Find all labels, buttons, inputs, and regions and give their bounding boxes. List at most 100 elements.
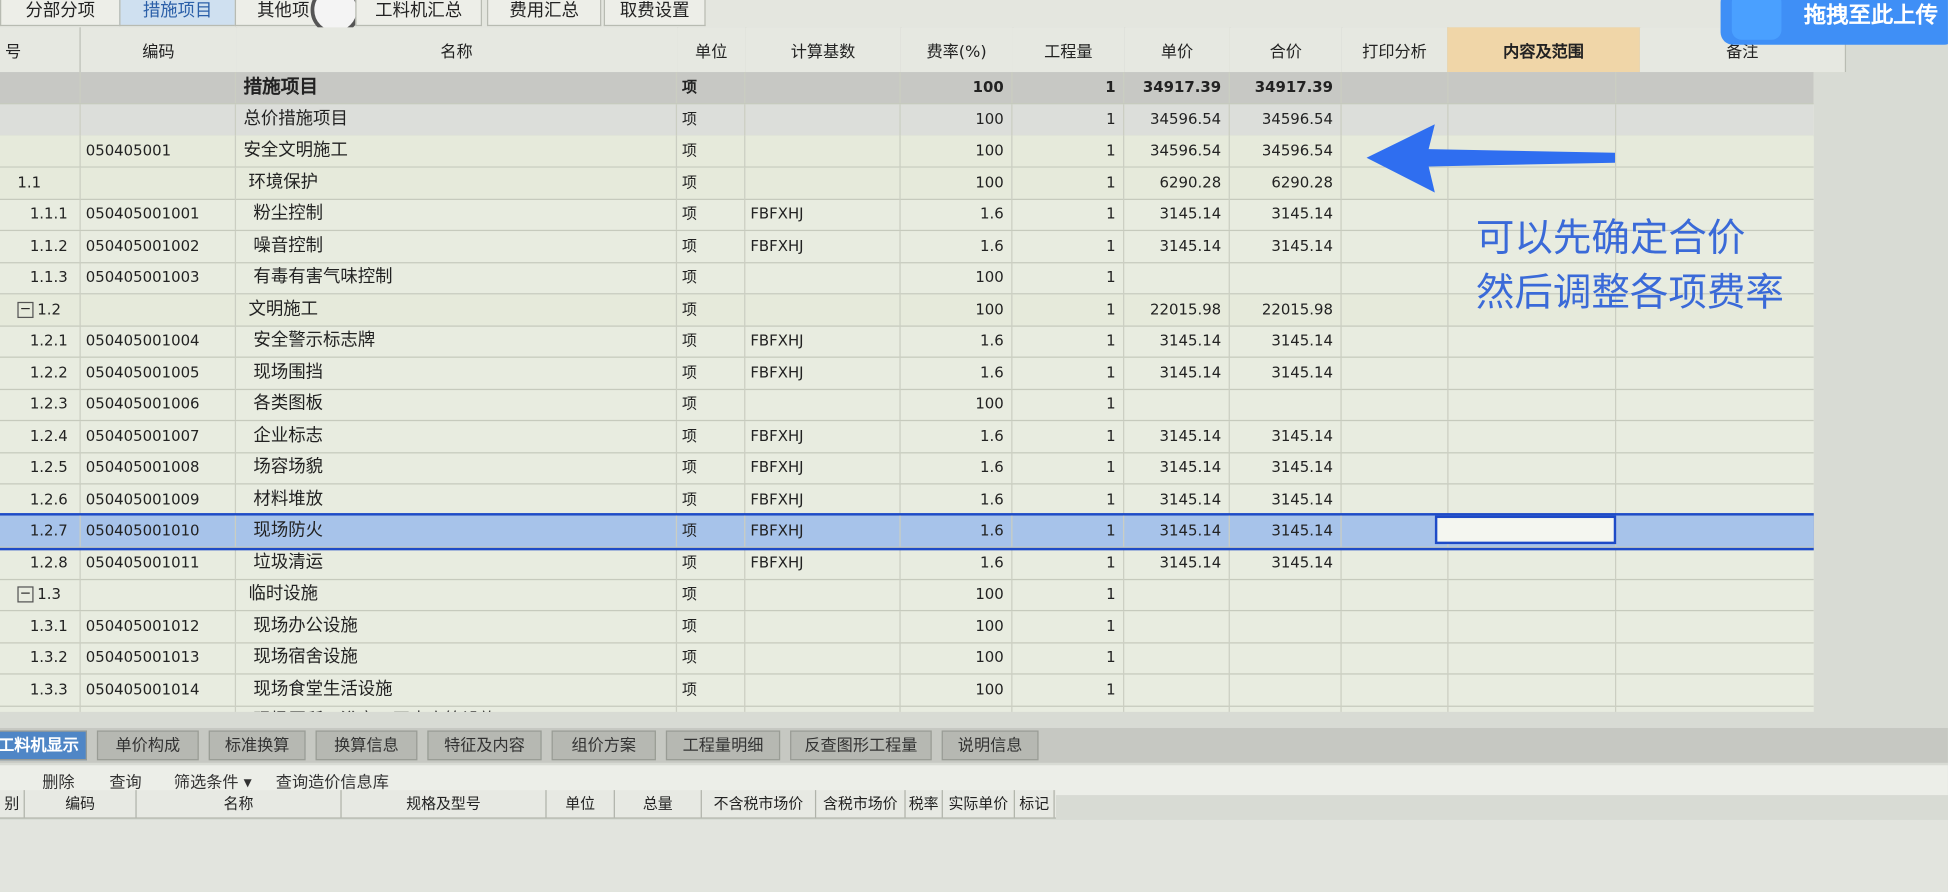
cell-unit-price[interactable]: 34596.54 — [1124, 103, 1230, 135]
cell-total-price[interactable] — [1230, 388, 1342, 420]
cell-unit-price[interactable] — [1124, 705, 1230, 712]
cell-unit[interactable]: 项 — [677, 262, 746, 294]
cell-print-analysis[interactable] — [1342, 388, 1449, 420]
cell-name[interactable]: 总价措施项目 — [236, 103, 678, 135]
cell-code[interactable]: 050405001009 — [81, 483, 237, 515]
subheader-tax-rate[interactable]: 税率 — [906, 790, 943, 818]
cell-unit-price[interactable]: 3145.14 — [1124, 420, 1230, 452]
cell-total-price[interactable]: 3145.14 — [1230, 357, 1342, 389]
cell-calc-base[interactable] — [745, 103, 901, 135]
cell-calc-base[interactable]: FBFXHJ — [745, 357, 901, 389]
cell-quantity[interactable]: 1 — [1012, 452, 1125, 484]
tab-pricing-plan[interactable]: 组价方案 — [551, 730, 656, 761]
tab-standard-conversion[interactable]: 标准换算 — [208, 730, 306, 761]
cell-total-price[interactable]: 34596.54 — [1230, 135, 1342, 167]
cell-name[interactable]: 材料堆放 — [236, 483, 678, 515]
cell-name[interactable]: 现场防火 — [236, 515, 678, 547]
cell-code[interactable]: 050405001006 — [81, 388, 237, 420]
cell-unit-price[interactable]: 3145.14 — [1124, 198, 1230, 230]
header-name[interactable]: 名称 — [236, 27, 679, 73]
table-row[interactable]: 1.3.1 050405001012 现场办公设施项 100 1 — [0, 610, 1814, 643]
cell-content-scope[interactable] — [1447, 388, 1617, 420]
table-row[interactable]: 措施项目项 100 1 34917.39 34917.39 — [0, 72, 1814, 105]
cell-remark[interactable] — [1615, 72, 1814, 103]
cell-code[interactable]: 050405001002 — [81, 230, 237, 262]
cell-unit[interactable]: 项 — [677, 578, 746, 610]
cell-total-price[interactable] — [1230, 578, 1342, 610]
cell-unit[interactable]: 项 — [677, 452, 746, 484]
cell-unit-price[interactable]: 3145.14 — [1124, 547, 1230, 579]
cell-unit[interactable]: 项 — [677, 167, 746, 199]
cell-remark[interactable] — [1615, 706, 1814, 712]
cell-quantity[interactable]: 1 — [1012, 578, 1125, 610]
resource-grid-body[interactable] — [0, 819, 1948, 892]
table-row[interactable]: 1.2.8 050405001011 垃圾清运项 FBFXHJ 1.6 1 3145.14 3… — [0, 547, 1814, 580]
cell-total-price[interactable]: 3145.14 — [1230, 547, 1342, 579]
cell-quantity[interactable]: 1 — [1012, 135, 1125, 167]
cell-name[interactable]: 噪音控制 — [236, 230, 678, 262]
cell-name[interactable]: 文明施工 — [236, 293, 678, 325]
cell-name[interactable]: 垃圾清运 — [236, 547, 678, 579]
cell-quantity[interactable]: 1 — [1012, 483, 1125, 515]
query-button[interactable]: 查询 — [109, 769, 141, 793]
cell-calc-base[interactable] — [745, 167, 901, 199]
tab-reverse-lookup[interactable]: 反查图形工程量 — [790, 730, 932, 761]
cell-print-analysis[interactable] — [1342, 705, 1449, 712]
tab-description-info[interactable]: 说明信息 — [941, 730, 1039, 761]
tab-conversion-info[interactable]: 换算信息 — [315, 730, 418, 761]
table-row[interactable]: 1.3.2 050405001013 现场宿舍设施项 100 1 — [0, 642, 1814, 675]
cell-name[interactable]: 场容场貌 — [236, 452, 678, 484]
cell-seq[interactable]: 1.2.4 — [0, 420, 81, 452]
cell-print-analysis[interactable] — [1342, 547, 1449, 579]
cell-code[interactable]: 050405001008 — [81, 452, 237, 484]
cell-unit-price[interactable]: 3145.14 — [1124, 452, 1230, 484]
cell-content-scope[interactable] — [1447, 547, 1617, 579]
subheader-mark[interactable]: 标记 — [1015, 790, 1055, 818]
header-code[interactable]: 编码 — [80, 27, 238, 73]
cell-quantity[interactable]: 1 — [1012, 325, 1125, 357]
cell-total-price[interactable] — [1230, 705, 1342, 712]
cell-unit[interactable]: 项 — [677, 610, 746, 642]
cell-print-analysis[interactable] — [1342, 642, 1449, 674]
cell-quantity[interactable]: 1 — [1012, 103, 1125, 135]
cell-quantity[interactable]: 1 — [1012, 642, 1125, 674]
cell-total-price[interactable]: 34596.54 — [1230, 103, 1342, 135]
cell-name[interactable]: 企业标志 — [236, 420, 678, 452]
cell-unit[interactable]: 项 — [677, 547, 746, 579]
cell-unit[interactable]: 项 — [677, 103, 746, 135]
cell-quantity[interactable]: 1 — [1012, 388, 1125, 420]
cell-rate[interactable]: 1.6 — [901, 357, 1013, 389]
cell-total-price[interactable]: 3145.14 — [1230, 483, 1342, 515]
subheader-code[interactable]: 编码 — [25, 790, 137, 818]
cell-total-price[interactable]: 3145.14 — [1230, 325, 1342, 357]
query-price-library-button[interactable]: 查询造价信息库 — [276, 769, 389, 793]
cell-code[interactable] — [81, 578, 237, 610]
cell-seq[interactable]: 1.3.2 — [0, 642, 81, 674]
cell-rate[interactable]: 1.6 — [901, 230, 1013, 262]
cell-content-scope[interactable] — [1447, 325, 1617, 357]
cell-quantity[interactable]: 1 — [1012, 705, 1125, 712]
cell-code[interactable] — [81, 167, 237, 199]
cell-calc-base[interactable]: FBFXHJ — [745, 547, 901, 579]
tab-features-content[interactable]: 特征及内容 — [427, 730, 542, 761]
cell-unit-price[interactable]: 3145.14 — [1124, 325, 1230, 357]
cell-name[interactable]: 现场宿舍设施 — [236, 642, 678, 674]
cell-calc-base[interactable]: FBFXHJ — [745, 420, 901, 452]
subheader-type[interactable]: 别 — [0, 790, 25, 818]
cell-rate[interactable]: 100 — [901, 673, 1013, 706]
cell-seq[interactable]: 1.1 — [0, 167, 81, 199]
delete-button[interactable]: 删除 — [42, 769, 74, 793]
cell-quantity[interactable]: 1 — [1012, 230, 1125, 262]
cell-seq[interactable] — [0, 103, 81, 135]
cell-calc-base[interactable] — [745, 72, 901, 104]
cell-code[interactable]: 050405001001 — [81, 198, 237, 230]
header-unit-price[interactable]: 单价 — [1124, 27, 1232, 73]
cell-calc-base[interactable]: FBFXHJ — [745, 230, 901, 262]
cell-calc-base[interactable] — [745, 578, 901, 610]
cell-unit-price[interactable]: 34917.39 — [1124, 72, 1230, 104]
cell-unit[interactable]: 项 — [677, 388, 746, 420]
subheader-unit[interactable]: 单位 — [547, 790, 615, 818]
cell-unit-price[interactable] — [1124, 578, 1230, 610]
subheader-price-ex-tax[interactable]: 不含税市场价 — [702, 790, 817, 818]
cell-unit-price[interactable] — [1124, 388, 1230, 420]
